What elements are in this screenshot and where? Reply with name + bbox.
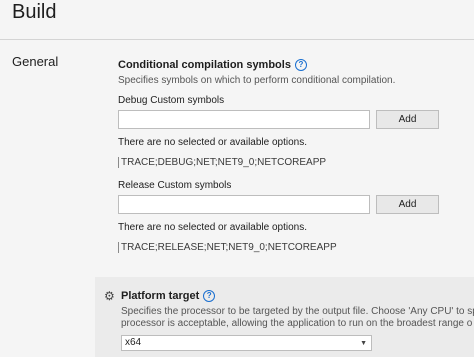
platform-target-description-line-1: Specifies the processor to be targeted b…: [121, 306, 474, 317]
platform-target-description-line-2: processor is acceptable, allowing the ap…: [121, 318, 473, 329]
release-add-button[interactable]: Add: [376, 195, 439, 214]
nav-section-general[interactable]: General: [12, 54, 58, 69]
help-icon[interactable]: ?: [203, 290, 216, 303]
platform-target-heading: Platform target?: [121, 290, 216, 303]
conditional-symbols-heading: Conditional compilation symbols?: [118, 59, 307, 72]
release-symbols-value: TRACE;RELEASE;NET;NET9_0;NETCOREAPP: [118, 242, 337, 253]
platform-target-selected-value: x64: [125, 337, 142, 348]
release-no-options-text: There are no selected or available optio…: [118, 222, 308, 233]
release-symbols-input[interactable]: [118, 195, 370, 214]
debug-symbols-input[interactable]: [118, 110, 370, 129]
page-title: Build: [12, 1, 57, 23]
conditional-symbols-title: Conditional compilation symbols: [118, 59, 291, 71]
debug-symbols-label: Debug Custom symbols: [118, 95, 225, 106]
chevron-down-icon: ▼: [360, 340, 367, 347]
release-symbols-label: Release Custom symbols: [118, 180, 232, 191]
debug-add-button[interactable]: Add: [376, 110, 439, 129]
debug-symbols-value: TRACE;DEBUG;NET;NET9_0;NETCOREAPP: [118, 157, 326, 168]
conditional-symbols-description: Specifies symbols on which to perform co…: [118, 75, 396, 86]
gear-icon: ⚙: [104, 289, 115, 303]
platform-target-title: Platform target: [121, 290, 200, 302]
title-divider: [0, 39, 474, 40]
debug-no-options-text: There are no selected or available optio…: [118, 137, 308, 148]
help-icon[interactable]: ?: [294, 59, 307, 72]
platform-target-select[interactable]: x64 ▼: [121, 335, 372, 351]
